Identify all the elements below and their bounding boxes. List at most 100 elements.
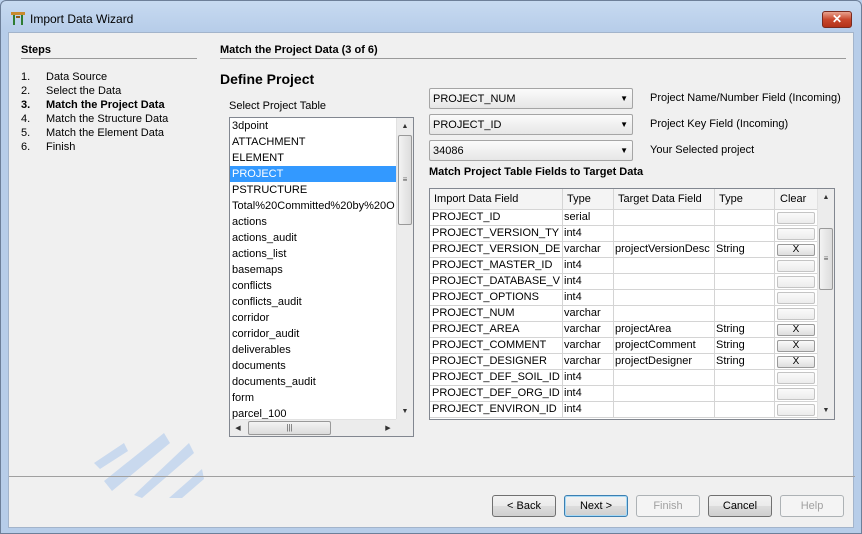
title-bar[interactable]: Import Data Wizard ✕ [1,1,861,31]
list-horizontal-scrollbar[interactable]: ◀ ||| ▶ [230,419,397,436]
clear-cell [774,274,818,289]
list-item[interactable]: deliverables [230,342,397,358]
finish-button[interactable]: Finish [636,495,700,517]
step-item: 3. Match the Project Data [21,98,168,112]
target-field-cell[interactable]: projectVersionDesc [613,242,714,257]
project-key-field-dropdown[interactable]: PROJECT_ID ▼ [429,114,633,135]
table-row[interactable]: PROJECT_DEF_SOIL_ID int4 [430,370,818,386]
list-vertical-scrollbar[interactable]: ▲ ≡ ▼ [396,118,413,420]
table-row[interactable]: PROJECT_NUM varchar [430,306,818,322]
header-clear[interactable]: Clear [780,193,806,205]
clear-mapping-button[interactable]: X [777,356,815,368]
project-table-list[interactable]: 3dpoint ATTACHMENT ELEMENT PROJECT PSTRUCTUR… [229,117,414,437]
list-item[interactable]: parcel_100 [230,406,397,420]
table-row[interactable]: PROJECT_DATABASE_V... int4 [430,274,818,290]
list-item[interactable]: documents_audit [230,374,397,390]
clear-mapping-button[interactable] [777,404,815,416]
header-target-field[interactable]: Target Data Field [618,193,702,205]
target-field-cell[interactable] [613,290,714,305]
selected-project-dropdown[interactable]: 34086 ▼ [429,140,633,161]
list-hscroll-thumb[interactable]: ||| [248,421,331,435]
header-type[interactable]: Type [567,193,591,205]
header-import-field[interactable]: Import Data Field [434,193,518,205]
back-button[interactable]: < Back [492,495,556,517]
clear-mapping-button[interactable] [777,292,815,304]
scroll-right-icon[interactable]: ▶ [380,420,396,436]
list-item[interactable]: documents [230,358,397,374]
window-title: Import Data Wizard [30,12,134,26]
type-cell: varchar [562,338,612,353]
table-row[interactable]: PROJECT_ID serial [430,210,818,226]
list-item[interactable]: actions_list [230,246,397,262]
project-name-field-dropdown[interactable]: PROJECT_NUM ▼ [429,88,633,109]
target-field-cell[interactable] [613,386,714,401]
step-label: Match the Element Data [46,127,165,139]
target-type-cell: String [714,322,774,337]
table-row[interactable]: PROJECT_VERSION_DESCvarcharprojectVersio… [430,242,818,258]
table-row[interactable]: PROJECT_MASTER_ID int4 [430,258,818,274]
header-target-type[interactable]: Type [719,193,743,205]
list-item[interactable]: Total%20Committed%20by%20O [230,198,397,214]
close-button[interactable]: ✕ [822,11,852,28]
target-field-cell[interactable]: projectArea [613,322,714,337]
table-row[interactable]: PROJECT_VERSION_TYPE int4 [430,226,818,242]
page-divider [220,58,846,59]
list-item[interactable]: ELEMENT [230,150,397,166]
clear-cell: X [774,242,818,257]
list-item[interactable]: form [230,390,397,406]
grid-vertical-scrollbar[interactable]: ▲ ≡ ▼ [817,189,834,419]
list-item[interactable]: conflicts [230,278,397,294]
table-row[interactable]: PROJECT_ENVIRON_ID int4 [430,402,818,418]
list-item[interactable]: basemaps [230,262,397,278]
project-name-field-label: Project Name/Number Field (Incoming) [650,92,841,104]
cancel-button[interactable]: Cancel [708,495,772,517]
target-field-cell[interactable] [613,274,714,289]
scroll-left-icon[interactable]: ◀ [230,420,246,436]
list-item[interactable]: PSTRUCTURE [230,182,397,198]
clear-mapping-button[interactable] [777,372,815,384]
step-item: 5. Match the Element Data [21,126,168,140]
list-item[interactable]: ATTACHMENT [230,134,397,150]
clear-mapping-button[interactable] [777,308,815,320]
table-row[interactable]: PROJECT_AREA varchar projectArea String X [430,322,818,338]
table-row[interactable]: PROJECT_DESIGNER varchar projectDesigner St… [430,354,818,370]
clear-mapping-button[interactable] [777,212,815,224]
scroll-down-icon[interactable]: ▼ [397,403,413,420]
clear-mapping-button[interactable]: X [777,324,815,336]
list-item[interactable]: corridor_audit [230,326,397,342]
type-cell: int4 [562,386,612,401]
list-item[interactable]: PROJECT [230,166,397,182]
help-button[interactable]: Help [780,495,844,517]
target-type-cell [714,274,774,289]
target-field-cell[interactable] [613,306,714,321]
list-item[interactable]: actions_audit [230,230,397,246]
clear-mapping-button[interactable] [777,228,815,240]
header-separator [562,189,563,210]
table-row[interactable]: PROJECT_DEF_ORG_ID int4 [430,386,818,402]
clear-mapping-button[interactable]: X [777,340,815,352]
list-item[interactable]: actions [230,214,397,230]
next-button[interactable]: Next > [564,495,628,517]
target-field-cell[interactable] [613,210,714,225]
grid-scroll-thumb[interactable]: ≡ [819,228,833,290]
target-field-cell[interactable] [613,258,714,273]
target-field-cell[interactable] [613,370,714,385]
target-field-cell[interactable] [613,402,714,417]
scroll-down-icon[interactable]: ▼ [818,402,834,419]
scroll-up-icon[interactable]: ▲ [818,189,834,206]
table-row[interactable]: PROJECT_COMMENT varchar projectComment Stri… [430,338,818,354]
scroll-up-icon[interactable]: ▲ [397,118,413,135]
list-item[interactable]: 3dpoint [230,118,397,134]
table-row[interactable]: PROJECT_OPTIONS int4 [430,290,818,306]
field-mapping-grid[interactable]: Import Data Field Type Target Data Field… [429,188,835,420]
target-field-cell[interactable] [613,226,714,241]
list-item[interactable]: corridor [230,310,397,326]
list-scroll-thumb[interactable]: ≡ [398,135,412,225]
clear-mapping-button[interactable] [777,388,815,400]
list-item[interactable]: conflicts_audit [230,294,397,310]
target-field-cell[interactable]: projectDesigner [613,354,714,369]
target-field-cell[interactable]: projectComment [613,338,714,353]
clear-mapping-button[interactable]: X [777,244,815,256]
clear-mapping-button[interactable] [777,260,815,272]
clear-mapping-button[interactable] [777,276,815,288]
